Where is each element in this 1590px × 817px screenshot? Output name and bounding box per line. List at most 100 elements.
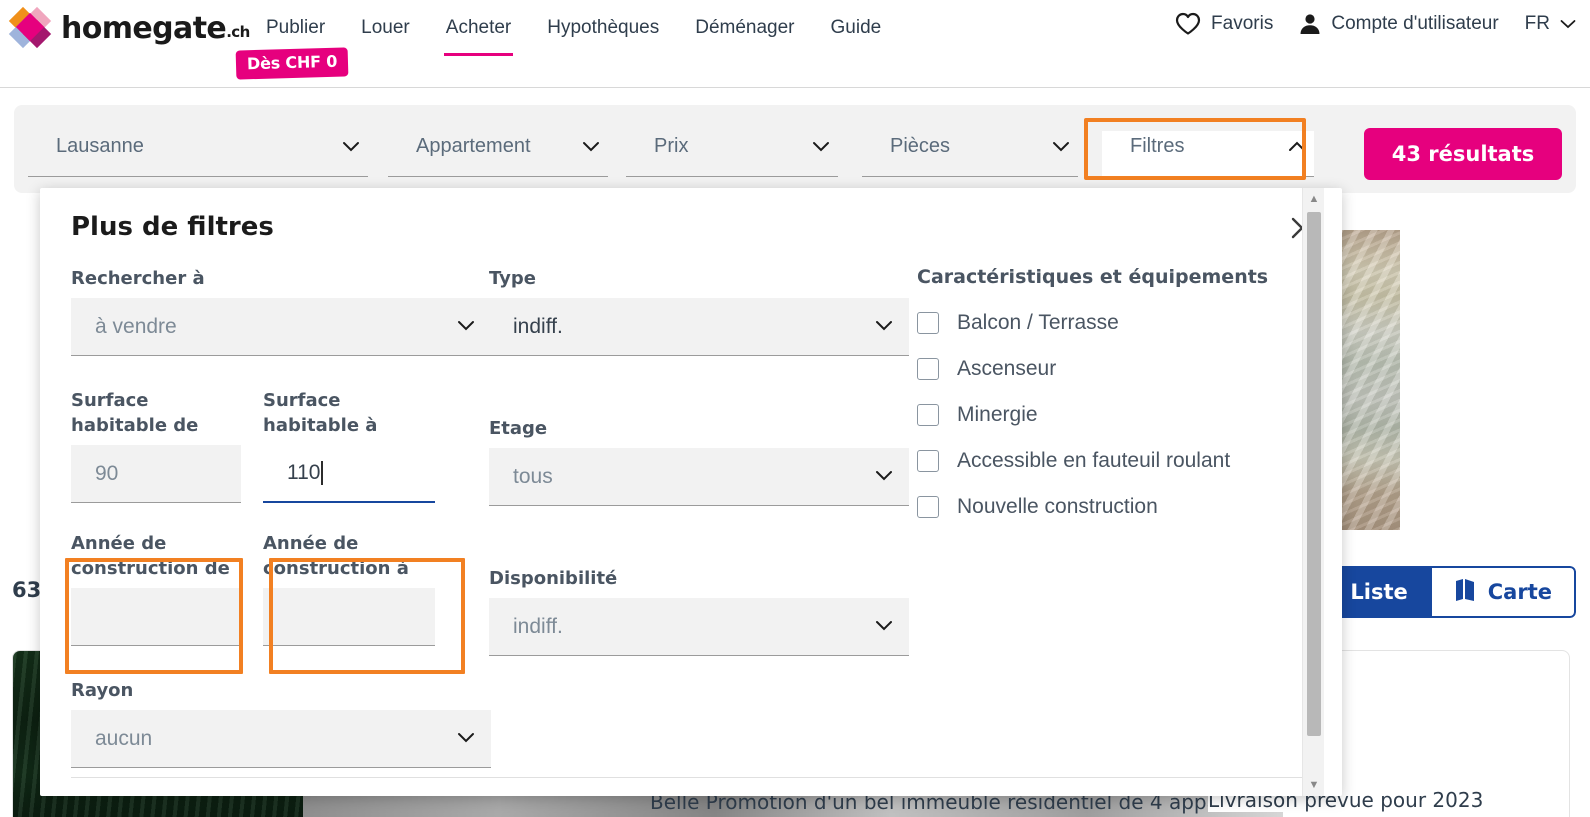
filter-rayon-select[interactable]: aucun [71,710,491,768]
checkbox-icon[interactable] [917,358,939,380]
site-header: homegate.ch Publier Louer Acheter Hypoth… [0,0,1590,88]
filter-surface-de-input[interactable]: 90 [71,445,241,503]
nav-label-acheter: Acheter [445,17,512,38]
favorites-label: Favoris [1211,13,1274,34]
nav-item-demenager[interactable]: Déménager [677,12,812,68]
checkbox-label: Nouvelle construction [957,495,1158,518]
filter-annee-a-label: Année de construction à [263,533,409,579]
header-divider [0,87,1590,88]
filters-column-mid: Type indiff. Etage tous Disponibilité in… [489,266,909,656]
scroll-up-icon[interactable]: ▲ [1303,188,1325,210]
filter-disponibilite-select[interactable]: indiff. [489,598,909,656]
checkbox-balcon-terrasse[interactable]: Balcon / Terrasse [917,300,1317,346]
logo-word: homegate [61,10,227,46]
filter-annee-de-input[interactable] [71,588,241,646]
filter-type-label: Type [489,268,536,289]
search-field-location[interactable]: Lausanne [28,131,368,177]
user-icon [1299,12,1321,36]
language-selector[interactable]: FR [1525,13,1576,35]
checkbox-ascenseur[interactable]: Ascenseur [917,346,1317,392]
filter-surface-de-value: 90 [95,461,119,485]
nav-label-louer: Louer [361,17,410,38]
homegate-logo[interactable]: homegate.ch [8,6,250,49]
filter-rechercher-label: Rechercher à [71,268,205,289]
filter-etage-label: Etage [489,418,548,439]
nav-item-guide[interactable]: Guide [813,12,900,68]
homegate-logo-icon [8,6,52,49]
nav-item-hypotheques[interactable]: Hypothèques [529,12,677,68]
nav-item-acheter[interactable]: Acheter [428,12,529,68]
nav-item-louer[interactable]: Louer [343,12,428,68]
view-carte-button[interactable]: Carte [1429,566,1576,618]
checkbox-label: Balcon / Terrasse [957,311,1119,334]
filter-rayon-label: Rayon [71,680,134,701]
search-filtres-value: Filtres [1130,135,1185,157]
account-button[interactable]: Compte d'utilisateur [1299,12,1499,36]
chevron-down-icon [1052,139,1070,157]
header-right-actions: Favoris Compte d'utilisateur FR [1175,12,1576,36]
filter-surface-de: Surface habitable de 90 [71,388,241,503]
nav-label-publier: Publier [266,17,326,38]
filter-rechercher-select[interactable]: à vendre [71,298,491,356]
search-field-price[interactable]: Prix [626,131,838,177]
search-property-type-value: Appartement [416,135,531,157]
modal-title: Plus de filtres [71,212,274,242]
nav-label-demenager: Déménager [695,17,795,38]
account-label: Compte d'utilisateur [1331,13,1499,34]
search-location-value: Lausanne [56,135,144,157]
logo-tld: .ch [226,22,250,41]
search-field-property-type[interactable]: Appartement [388,131,608,177]
checkbox-icon[interactable] [917,312,939,334]
heart-icon [1175,12,1201,36]
filters-modal: Plus de filtres Rechercher à à vendre Su… [40,188,1342,796]
promo-badge[interactable]: Dès CHF 0 [235,47,349,80]
filter-surface-a-value: 110 [287,461,321,484]
view-carte-label: Carte [1487,580,1552,604]
surface-row: Surface habitable de 90 Surface habitabl… [71,388,491,503]
search-field-rooms[interactable]: Pièces [862,131,1078,177]
text-cursor [321,461,323,485]
chevron-up-icon [1288,139,1306,157]
nav-label-hypotheques: Hypothèques [547,17,660,38]
nav-active-underline [443,53,514,56]
modal-bottom-divider [71,777,1311,778]
filter-rayon: Rayon aucun [71,678,491,768]
filter-annee-de-label: Année de construction de [71,533,230,579]
favorites-button[interactable]: Favoris [1175,12,1273,36]
filter-surface-de-label: Surface habitable de [71,390,199,436]
checkbox-label: Minergie [957,403,1038,426]
scroll-down-icon[interactable]: ▼ [1303,774,1325,796]
checkbox-label: Accessible en fauteuil roulant [957,449,1231,472]
filters-column-right: Caractéristiques et équipements Balcon /… [917,266,1317,530]
checkbox-accessible-fauteuil-roulant[interactable]: Accessible en fauteuil roulant [917,438,1317,484]
checkbox-icon[interactable] [917,450,939,472]
filter-etage-select[interactable]: tous [489,448,909,506]
chevron-down-icon [812,139,830,157]
checkbox-nouvelle-construction[interactable]: Nouvelle construction [917,484,1317,530]
chevron-down-icon [875,468,893,486]
results-button[interactable]: 43 résultats [1364,128,1562,180]
nav-label-guide: Guide [830,17,882,38]
features-title: Caractéristiques et équipements [917,266,1269,288]
filter-etage-value: tous [513,464,553,488]
checkbox-minergie[interactable]: Minergie [917,392,1317,438]
search-price-value: Prix [654,135,689,157]
filter-annee-a-input[interactable] [263,588,435,646]
filter-type-select[interactable]: indiff. [489,298,909,356]
modal-scrollbar[interactable]: ▲ ▼ [1302,188,1324,796]
filter-annee-de: Année de construction de [71,531,241,646]
search-bar: Lausanne Appartement Prix Pièces Filtres [14,105,1576,193]
checkbox-icon[interactable] [917,404,939,426]
annee-row: Année de construction de Année de constr… [71,531,491,646]
search-rooms-value: Pièces [890,135,951,157]
chevron-down-icon [342,139,360,157]
search-field-filtres[interactable]: Filtres [1102,131,1314,177]
language-label: FR [1524,13,1550,34]
filter-surface-a-input[interactable]: 110 [263,445,435,503]
chevron-down-icon [457,318,475,336]
checkbox-icon[interactable] [917,496,939,518]
chevron-down-icon [875,618,893,636]
homegate-logo-text: homegate.ch [61,11,250,46]
page-root: 63 Liste Carte Belle Promotion d'un bel … [0,0,1590,817]
scrollbar-thumb[interactable] [1307,212,1321,736]
